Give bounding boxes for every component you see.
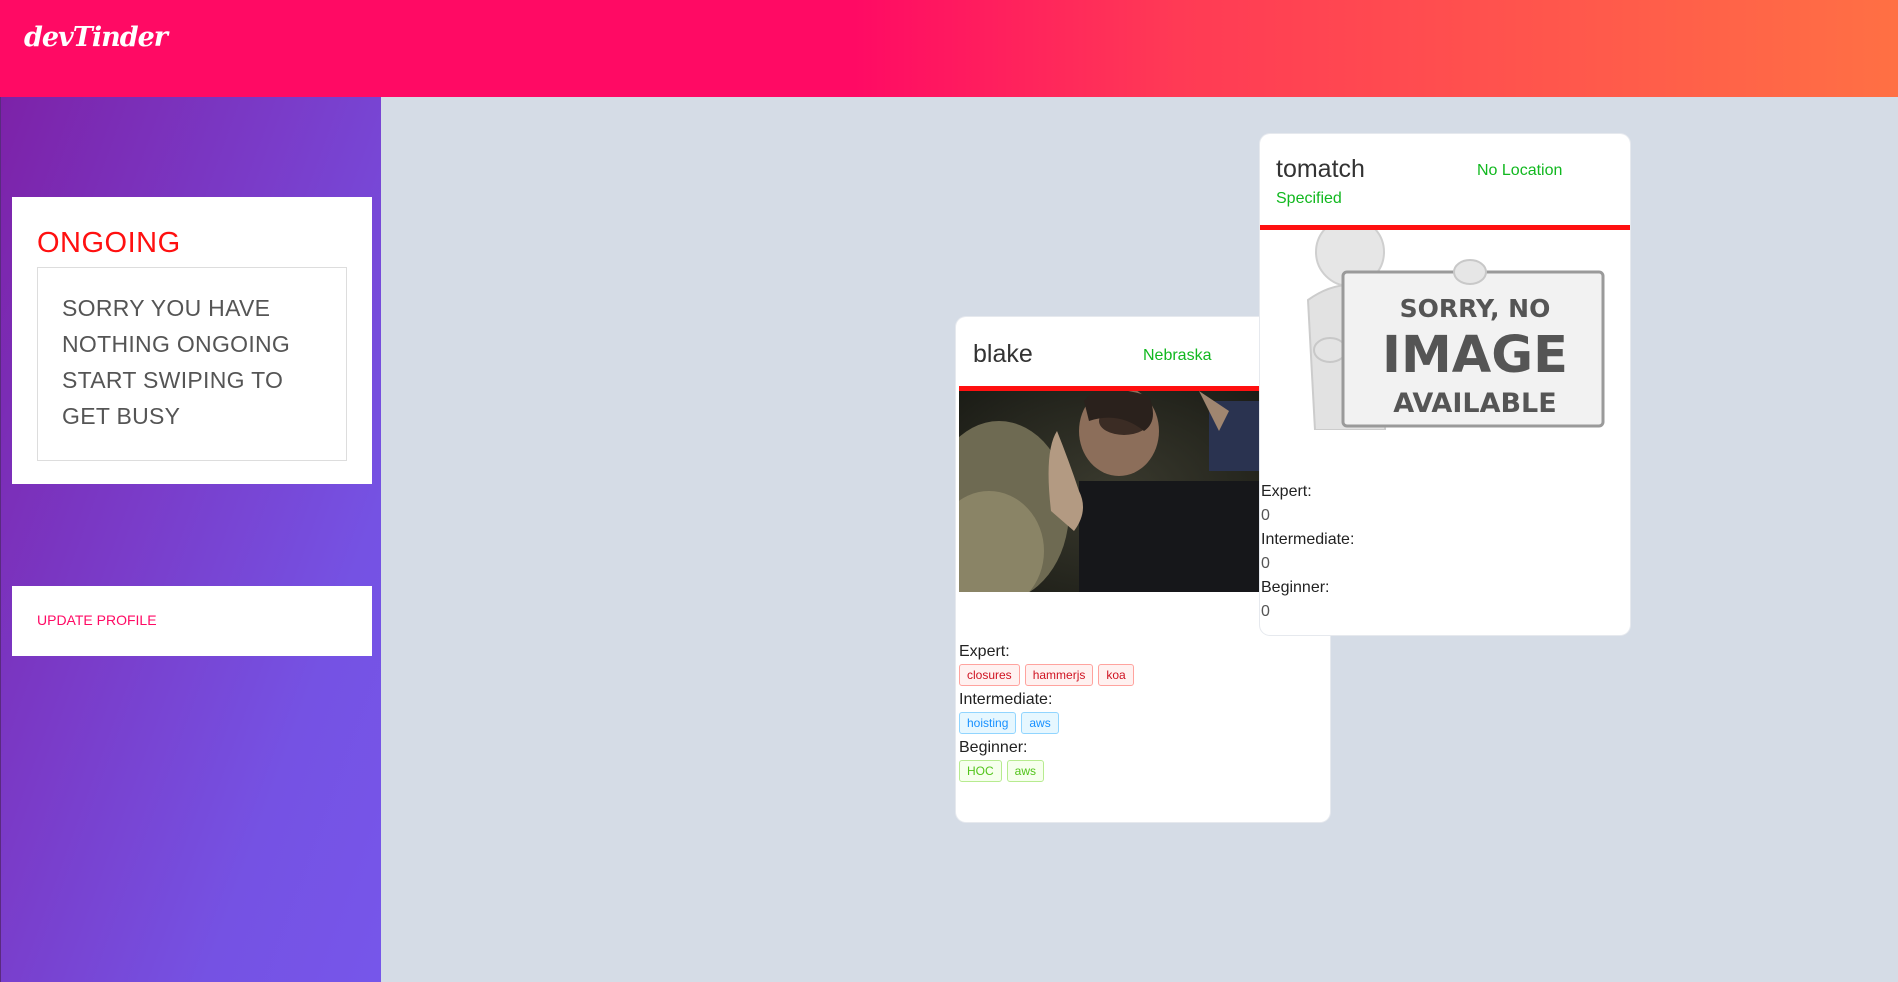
skill-tag: aws <box>1021 712 1059 734</box>
placeholder-text: AVAILABLE <box>1393 388 1556 419</box>
empty-message-line: START SWIPING TO <box>62 367 284 393</box>
app-logo[interactable]: devTinder <box>24 22 168 53</box>
top-navbar: devTinder <box>0 0 1898 97</box>
skill-tag: koa <box>1098 664 1134 686</box>
update-profile-button[interactable]: UPDATE PROFILE <box>12 586 372 656</box>
sidebar: ONGOING SORRY YOU HAVE NOTHING ONGOING S… <box>0 97 381 982</box>
expert-label: Expert: <box>1261 483 1312 500</box>
intermediate-count: 0 <box>1261 555 1270 572</box>
empty-message-line: SORRY YOU HAVE <box>62 295 271 321</box>
expert-count: 0 <box>1261 507 1270 524</box>
beginner-count: 0 <box>1261 603 1270 620</box>
profile-location: Nebraska <box>1143 347 1212 364</box>
update-profile-label[interactable]: UPDATE PROFILE <box>37 612 157 628</box>
skill-tag: HOC <box>959 760 1002 782</box>
skill-tag: hammerjs <box>1024 664 1094 686</box>
ongoing-empty-message: SORRY YOU HAVE NOTHING ONGOING START SWI… <box>37 267 347 461</box>
beginner-label: Beginner: <box>1261 579 1330 596</box>
profile-location-continued: Specified <box>1276 190 1342 207</box>
intermediate-tags: hoisting aws <box>959 712 1259 736</box>
beginner-label: Beginner: <box>959 739 1028 756</box>
skill-tag: closures <box>959 664 1020 686</box>
no-image-placeholder: SORRY, NO IMAGE AVAILABLE <box>1260 230 1630 430</box>
skill-tag: hoisting <box>959 712 1017 734</box>
intermediate-label: Intermediate: <box>1261 531 1355 548</box>
expert-tags: closures hammerjs koa <box>959 664 1259 688</box>
intermediate-label: Intermediate: <box>959 691 1053 708</box>
profile-photo <box>959 391 1263 592</box>
ongoing-title: ONGOING <box>37 227 181 259</box>
placeholder-text: IMAGE <box>1382 326 1568 385</box>
empty-message-line: GET BUSY <box>62 403 181 429</box>
skills-section: Expert: 0 Intermediate: 0 Beginner: 0 <box>1261 480 1561 624</box>
expert-label: Expert: <box>959 643 1010 660</box>
ongoing-panel: ONGOING SORRY YOU HAVE NOTHING ONGOING S… <box>12 197 372 484</box>
skills-section: Expert: closures hammerjs koa Intermediate… <box>959 640 1259 784</box>
profile-name: blake <box>973 340 1033 368</box>
profile-name: tomatch <box>1276 155 1365 183</box>
profile-card-tomatch[interactable]: tomatch No Location Specified SORRY, NO … <box>1260 134 1630 635</box>
empty-message-line: NOTHING ONGOING <box>62 331 291 357</box>
profile-location: No Location <box>1477 162 1563 179</box>
placeholder-text: SORRY, NO <box>1400 294 1551 323</box>
beginner-tags: HOC aws <box>959 760 1259 784</box>
skill-tag: aws <box>1006 760 1045 782</box>
